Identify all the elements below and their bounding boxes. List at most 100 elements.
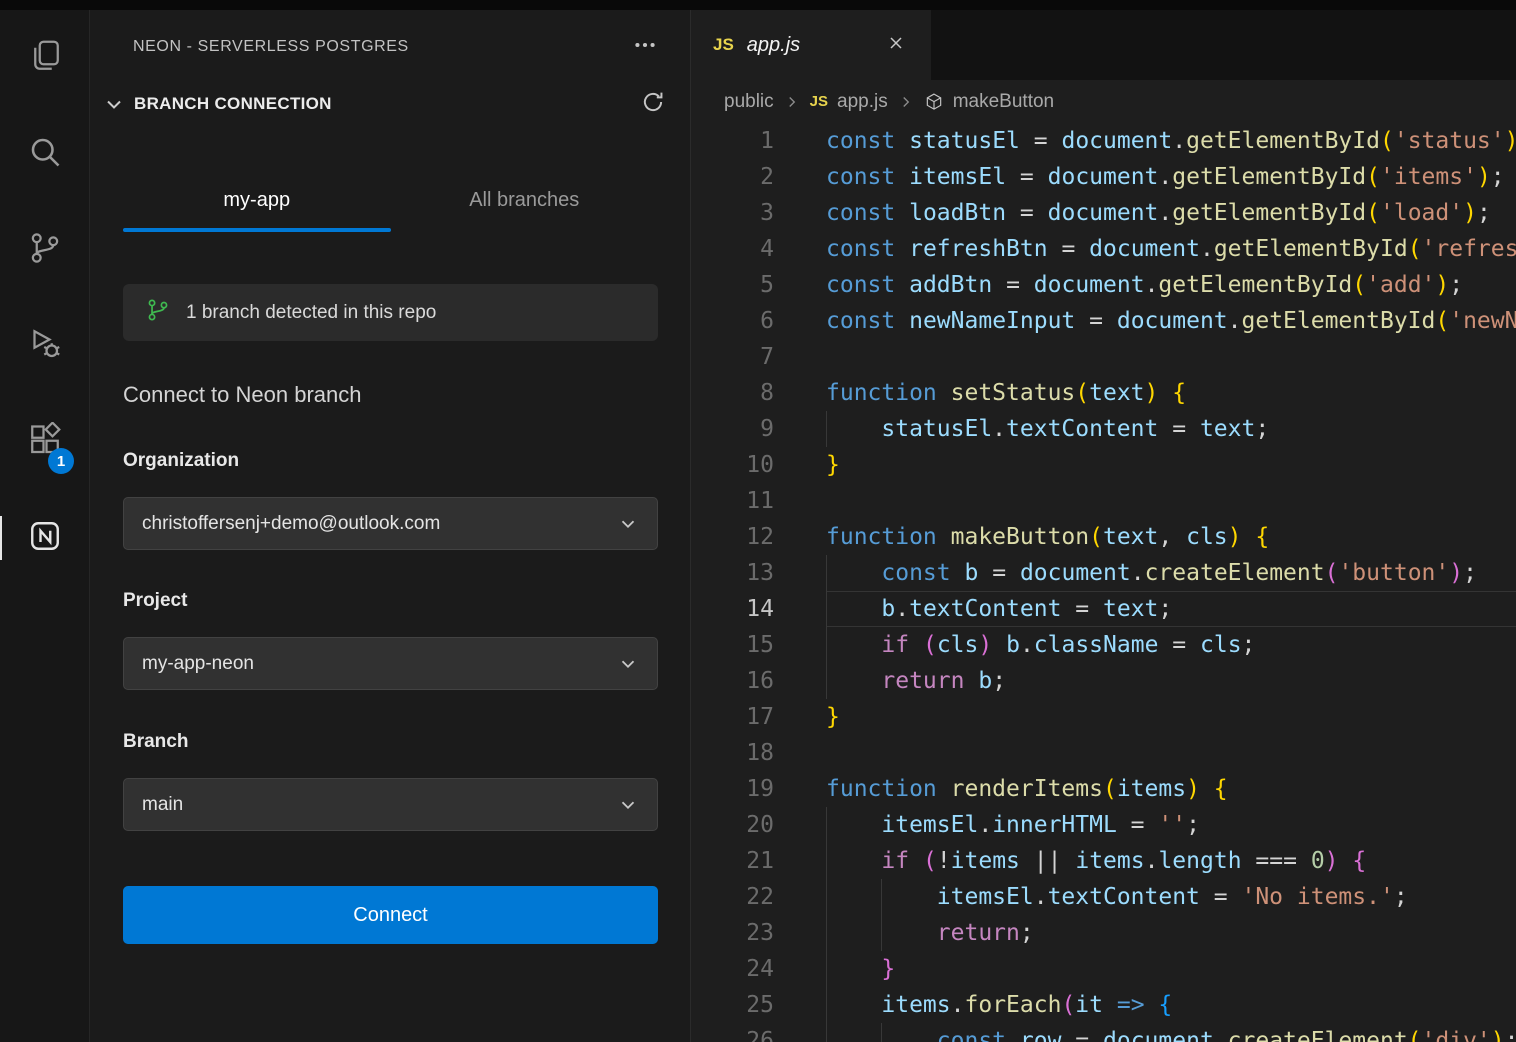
breadcrumb-symbol[interactable]: makeButton xyxy=(953,91,1054,113)
chevron-right-icon xyxy=(783,93,801,111)
code-line-13[interactable]: const b = document.createElement('button… xyxy=(826,555,1516,591)
javascript-file-icon: JS xyxy=(713,35,734,55)
code-line-4[interactable]: const refreshBtn = document.getElementBy… xyxy=(826,231,1516,267)
indent-guide xyxy=(826,663,827,699)
code-line-25[interactable]: items.forEach(it => { xyxy=(826,987,1516,1023)
title-bar xyxy=(0,0,1516,10)
branch-select[interactable]: main xyxy=(123,778,658,831)
line-number: 22 xyxy=(691,879,774,915)
chevron-down-icon xyxy=(617,513,639,535)
line-number: 11 xyxy=(691,483,774,519)
code-line-10[interactable]: } xyxy=(826,447,1516,483)
extensions-badge: 1 xyxy=(48,448,74,474)
editor-tab-bar: JS app.js xyxy=(691,10,1516,80)
breadcrumb-folder[interactable]: public xyxy=(724,91,774,113)
chevron-down-icon xyxy=(102,92,126,116)
code-line-7[interactable] xyxy=(826,339,1516,375)
git-branch-icon xyxy=(145,297,171,328)
code-line-8[interactable]: function setStatus(text) { xyxy=(826,375,1516,411)
indent-guide xyxy=(826,591,827,627)
indent-guide xyxy=(826,843,827,879)
code-line-1[interactable]: const statusEl = document.getElementById… xyxy=(826,123,1516,159)
code-line-18[interactable] xyxy=(826,735,1516,771)
project-value: my-app-neon xyxy=(142,653,254,675)
code-line-21[interactable]: if (!items || items.length === 0) { xyxy=(826,843,1516,879)
code-line-2[interactable]: const itemsEl = document.getElementById(… xyxy=(826,159,1516,195)
activity-item-search[interactable] xyxy=(0,106,89,202)
code-line-19[interactable]: function renderItems(items) { xyxy=(826,771,1516,807)
line-number: 23 xyxy=(691,915,774,951)
tab-all-branches[interactable]: All branches xyxy=(391,168,659,232)
indent-guide xyxy=(881,1023,882,1042)
editor-tab-app-js[interactable]: JS app.js xyxy=(691,10,931,80)
sidebar-header: NEON - SERVERLESS POSTGRES xyxy=(133,32,660,62)
organization-value: christoffersenj+demo@outlook.com xyxy=(142,513,440,535)
close-icon xyxy=(886,33,906,58)
indent-guide xyxy=(826,987,827,1023)
line-number: 10 xyxy=(691,447,774,483)
organization-select[interactable]: christoffersenj+demo@outlook.com xyxy=(123,497,658,550)
branch-detected-text: 1 branch detected in this repo xyxy=(186,302,436,324)
indent-guide xyxy=(881,915,882,951)
line-number: 21 xyxy=(691,843,774,879)
indent-guide xyxy=(826,879,827,915)
line-number: 16 xyxy=(691,663,774,699)
branch-connection-section-header[interactable]: BRANCH CONNECTION xyxy=(102,86,668,122)
code-line-5[interactable]: const addBtn = document.getElementById('… xyxy=(826,267,1516,303)
activity-item-explorer[interactable] xyxy=(0,10,89,106)
code-line-26[interactable]: const row = document.createElement('div'… xyxy=(826,1023,1516,1042)
sidebar-panel: NEON - SERVERLESS POSTGRES BRANCH CONNEC… xyxy=(90,10,691,1042)
code-line-22[interactable]: itemsEl.textContent = 'No items.'; xyxy=(826,879,1516,915)
line-number: 3 xyxy=(691,195,774,231)
line-number: 8 xyxy=(691,375,774,411)
search-icon xyxy=(27,134,63,175)
indent-guide xyxy=(826,411,827,447)
project-select[interactable]: my-app-neon xyxy=(123,637,658,690)
close-tab-button[interactable] xyxy=(884,33,908,57)
editor-group: JS app.js public JS app.js makeButton 1 2… xyxy=(691,10,1516,1042)
connect-button[interactable]: Connect xyxy=(123,886,658,944)
neon-icon xyxy=(27,518,63,559)
branch-label: Branch xyxy=(123,731,188,753)
line-number: 4 xyxy=(691,231,774,267)
run-debug-icon xyxy=(27,326,63,367)
breadcrumb-file[interactable]: app.js xyxy=(837,91,888,113)
refresh-button[interactable] xyxy=(638,89,668,119)
code-line-16[interactable]: return b; xyxy=(826,663,1516,699)
line-number: 17 xyxy=(691,699,774,735)
branch-tabs: my-app All branches xyxy=(123,168,658,232)
code-line-15[interactable]: if (cls) b.className = cls; xyxy=(826,627,1516,663)
tab-my-app[interactable]: my-app xyxy=(123,168,391,232)
code-line-14[interactable]: b.textContent = text; xyxy=(826,591,1516,627)
line-number: 20 xyxy=(691,807,774,843)
indent-guide xyxy=(826,1023,827,1042)
line-number: 1 xyxy=(691,123,774,159)
line-number: 19 xyxy=(691,771,774,807)
indent-guide xyxy=(826,555,827,591)
chevron-down-icon xyxy=(617,794,639,816)
code-line-20[interactable]: itemsEl.innerHTML = ''; xyxy=(826,807,1516,843)
ellipsis-icon xyxy=(632,32,658,63)
sidebar-title: NEON - SERVERLESS POSTGRES xyxy=(133,38,409,56)
activity-item-run-debug[interactable] xyxy=(0,298,89,394)
line-number: 14 xyxy=(691,591,774,627)
code-line-3[interactable]: const loadBtn = document.getElementById(… xyxy=(826,195,1516,231)
activity-item-neon[interactable] xyxy=(0,490,89,586)
line-number: 7 xyxy=(691,339,774,375)
indent-guide xyxy=(881,879,882,915)
line-number: 13 xyxy=(691,555,774,591)
branch-value: main xyxy=(142,794,183,816)
code-line-6[interactable]: const newNameInput = document.getElement… xyxy=(826,303,1516,339)
activity-item-extensions[interactable]: 1 xyxy=(0,394,89,490)
code-line-12[interactable]: function makeButton(text, cls) { xyxy=(826,519,1516,555)
line-number: 9 xyxy=(691,411,774,447)
code-line-9[interactable]: statusEl.textContent = text; xyxy=(826,411,1516,447)
activity-item-source-control[interactable] xyxy=(0,202,89,298)
code-line-17[interactable]: } xyxy=(826,699,1516,735)
code-line-24[interactable]: } xyxy=(826,951,1516,987)
section-title: BRANCH CONNECTION xyxy=(134,94,332,114)
indent-guide xyxy=(826,951,827,987)
code-line-23[interactable]: return; xyxy=(826,915,1516,951)
more-actions-button[interactable] xyxy=(630,32,660,62)
code-line-11[interactable] xyxy=(826,483,1516,519)
